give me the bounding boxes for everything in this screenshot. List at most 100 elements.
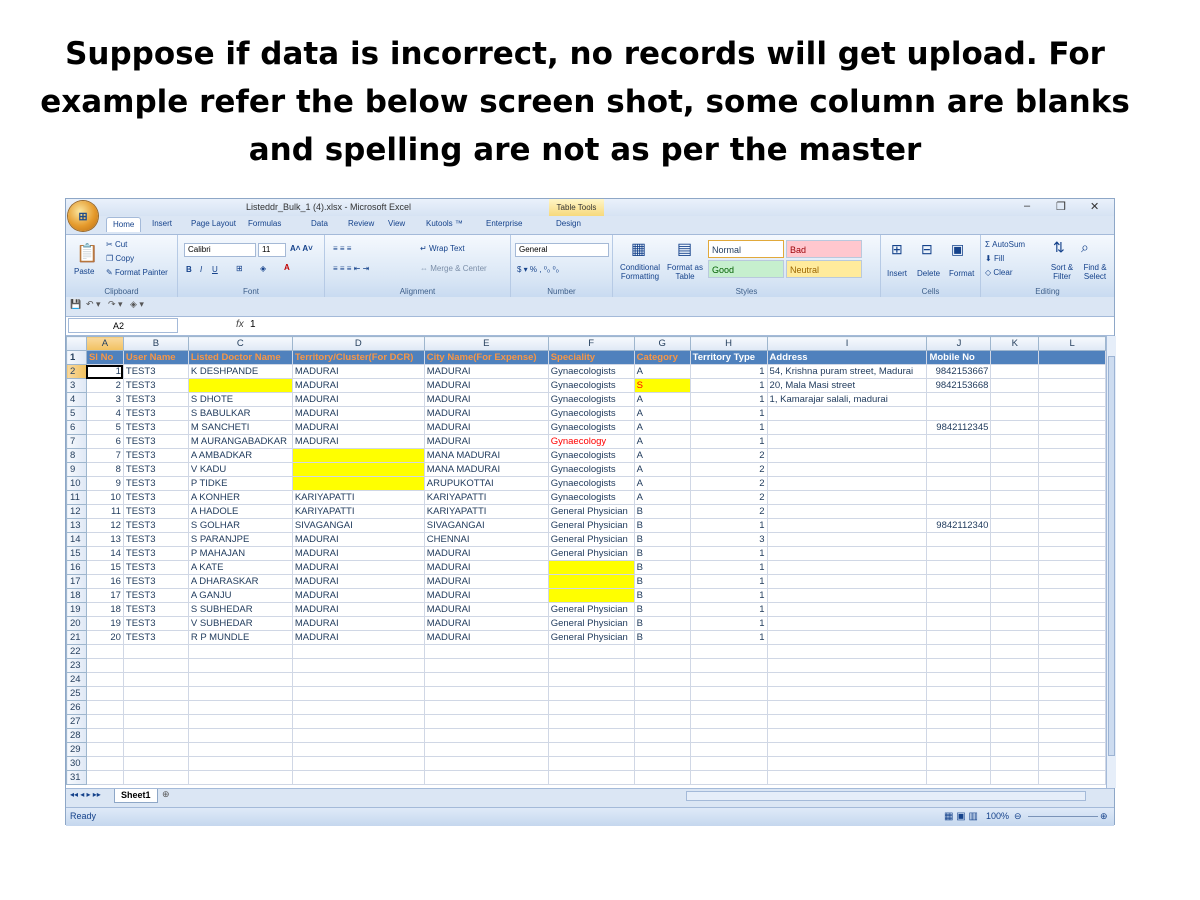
empty-cell[interactable]	[990, 364, 1040, 379]
empty-cell[interactable]	[1038, 714, 1106, 729]
vertical-scrollbar[interactable]	[1106, 336, 1116, 788]
table-cell[interactable]	[926, 434, 992, 449]
paste-icon[interactable]: 📋	[76, 243, 98, 264]
empty-cell[interactable]	[1038, 742, 1106, 757]
table-cell[interactable]: MADURAI	[423, 378, 549, 393]
empty-cell[interactable]	[1038, 462, 1106, 477]
empty-cell[interactable]	[766, 686, 928, 701]
table-cell[interactable]	[926, 490, 992, 505]
delete-cells-icon[interactable]: ⊟	[921, 241, 933, 258]
font-name-select[interactable]: Calibri	[184, 243, 256, 257]
table-cell[interactable]: MADURAI	[291, 630, 425, 645]
table-cell[interactable]: 5	[85, 420, 124, 435]
empty-cell[interactable]	[85, 728, 124, 743]
empty-cell[interactable]	[926, 686, 992, 701]
column-header-h[interactable]: H	[689, 336, 768, 351]
italic-icon[interactable]: I	[200, 265, 202, 274]
tab-insert[interactable]: Insert	[152, 219, 172, 228]
table-cell[interactable]: MADURAI	[291, 392, 425, 407]
fill-color-qat-icon[interactable]: ◈ ▾	[130, 299, 144, 310]
empty-cell[interactable]	[1038, 448, 1106, 463]
table-cell[interactable]: B	[633, 560, 691, 575]
empty-cell[interactable]	[423, 672, 549, 687]
table-cell[interactable]: 9842112345	[926, 420, 992, 435]
style-good[interactable]: Good	[708, 260, 784, 278]
table-cell[interactable]: 9842112340	[926, 518, 992, 533]
empty-cell[interactable]	[1038, 630, 1106, 645]
empty-cell[interactable]	[990, 490, 1040, 505]
save-icon[interactable]: 💾	[70, 299, 81, 310]
table-cell[interactable]	[547, 588, 635, 603]
empty-cell[interactable]	[1038, 616, 1106, 631]
empty-cell[interactable]	[990, 616, 1040, 631]
table-cell[interactable]: 1	[689, 602, 768, 617]
empty-cell[interactable]	[990, 630, 1040, 645]
tab-home[interactable]: Home	[106, 217, 142, 232]
style-normal[interactable]: Normal	[708, 240, 784, 258]
empty-cell[interactable]	[990, 434, 1040, 449]
empty-cell[interactable]	[1038, 658, 1106, 673]
empty-cell[interactable]	[291, 658, 425, 673]
table-cell[interactable]: MADURAI	[423, 560, 549, 575]
empty-cell[interactable]	[1038, 644, 1106, 659]
table-cell[interactable]: General Physician	[547, 532, 635, 547]
empty-cell[interactable]	[187, 658, 293, 673]
empty-cell[interactable]	[633, 756, 691, 771]
empty-cell[interactable]	[122, 700, 189, 715]
table-cell[interactable]: ARUPUKOTTAI	[423, 476, 549, 491]
table-cell[interactable]: 17	[85, 588, 124, 603]
row-header[interactable]: 27	[66, 714, 87, 729]
empty-cell[interactable]	[766, 700, 928, 715]
empty-cell[interactable]	[766, 644, 928, 659]
empty-cell[interactable]	[291, 728, 425, 743]
column-header-b[interactable]: B	[122, 336, 189, 351]
empty-cell[interactable]	[85, 686, 124, 701]
empty-cell[interactable]	[85, 644, 124, 659]
insert-cells-icon[interactable]: ⊞	[891, 241, 903, 258]
table-cell[interactable]: S DHOTE	[187, 392, 293, 407]
undo-icon[interactable]: ↶ ▾	[86, 299, 101, 310]
insert-sheet-icon[interactable]: ⊕	[162, 789, 170, 800]
empty-cell[interactable]	[423, 756, 549, 771]
row-header[interactable]: 6	[66, 420, 87, 435]
table-cell[interactable]: 9842153668	[926, 378, 992, 393]
empty-cell[interactable]	[85, 756, 124, 771]
row-header[interactable]: 31	[66, 770, 87, 785]
table-cell[interactable]: 20, Mala Masi street	[766, 378, 928, 393]
table-cell[interactable]: Gynaecologists	[547, 476, 635, 491]
sheet-nav-icon[interactable]: ◂◂ ◂ ▸ ▸▸	[70, 790, 101, 799]
empty-cell[interactable]	[1038, 574, 1106, 589]
row-header[interactable]: 9	[66, 462, 87, 477]
empty-cell[interactable]	[689, 700, 768, 715]
empty-cell[interactable]	[926, 770, 992, 785]
table-cell[interactable]: 1	[689, 406, 768, 421]
table-cell[interactable]	[926, 616, 992, 631]
close-icon[interactable]: ✕	[1090, 200, 1099, 213]
column-header-a[interactable]: A	[85, 336, 124, 351]
tab-enterprise[interactable]: Enterprise	[486, 219, 522, 228]
table-cell[interactable]: General Physician	[547, 504, 635, 519]
table-cell[interactable]: 1	[689, 434, 768, 449]
empty-cell[interactable]	[547, 700, 635, 715]
tab-review[interactable]: Review	[348, 219, 374, 228]
empty-cell[interactable]	[633, 742, 691, 757]
table-cell[interactable]: TEST3	[122, 574, 189, 589]
table-cell[interactable]: MADURAI	[423, 546, 549, 561]
table-cell[interactable]	[766, 434, 928, 449]
table-cell[interactable]	[291, 448, 425, 463]
empty-cell[interactable]	[122, 672, 189, 687]
empty-cell[interactable]	[990, 574, 1040, 589]
sort-filter-button[interactable]: Sort & Filter	[1047, 263, 1077, 281]
table-cell[interactable]: 6	[85, 434, 124, 449]
row-header[interactable]: 4	[66, 392, 87, 407]
column-title[interactable]: Address	[766, 350, 928, 365]
find-select-button[interactable]: Find & Select	[1079, 263, 1111, 281]
empty-cell[interactable]	[689, 672, 768, 687]
empty-cell[interactable]	[122, 756, 189, 771]
empty-cell[interactable]	[990, 378, 1040, 393]
tab-formulas[interactable]: Formulas	[248, 219, 281, 228]
table-cell[interactable]: MADURAI	[423, 364, 549, 379]
table-cell[interactable]: 9	[85, 476, 124, 491]
column-header-l[interactable]: L	[1038, 336, 1106, 351]
table-cell[interactable]: 3	[85, 392, 124, 407]
